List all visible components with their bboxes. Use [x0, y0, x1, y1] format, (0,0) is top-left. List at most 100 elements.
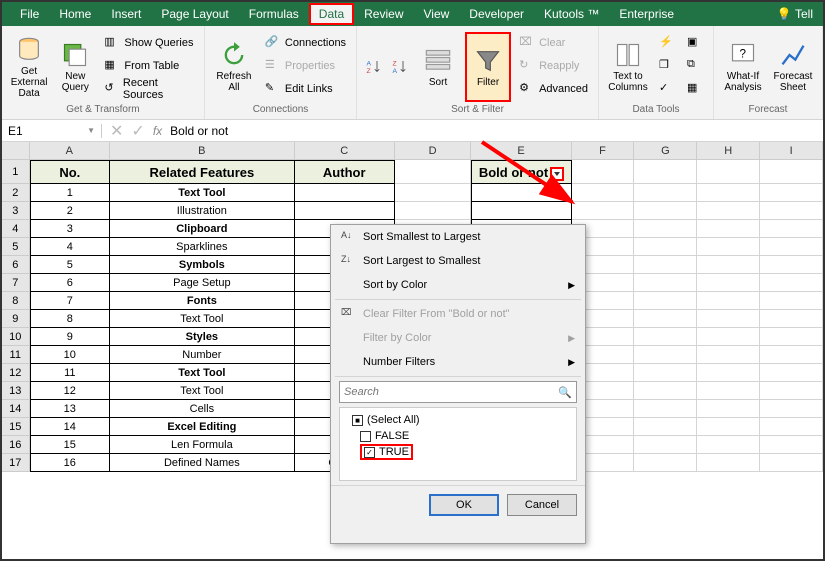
- cell[interactable]: [760, 202, 823, 220]
- row-17-head[interactable]: 17: [2, 454, 30, 472]
- filter-search-box[interactable]: 🔍: [339, 381, 577, 403]
- filter-dropdown-icon[interactable]: [550, 167, 564, 181]
- cell[interactable]: [697, 202, 760, 220]
- header-no[interactable]: No.: [30, 160, 111, 184]
- check-icon[interactable]: ✓: [131, 121, 144, 141]
- fx-icon[interactable]: fx: [153, 124, 162, 138]
- tab-view[interactable]: View: [414, 3, 460, 25]
- row-14-head[interactable]: 14: [2, 400, 30, 418]
- cell-no[interactable]: 5: [30, 256, 111, 274]
- cell[interactable]: [760, 436, 823, 454]
- cell[interactable]: [760, 256, 823, 274]
- row-1-head[interactable]: 1: [2, 160, 30, 184]
- row-7-head[interactable]: 7: [2, 274, 30, 292]
- row-6-head[interactable]: 6: [2, 256, 30, 274]
- cell-feature[interactable]: Defined Names: [110, 454, 295, 472]
- cell-feature[interactable]: Fonts: [110, 292, 295, 310]
- name-box[interactable]: E1 ▼: [2, 124, 102, 138]
- edit-links-button[interactable]: ✎Edit Links: [261, 78, 350, 100]
- relationships-button[interactable]: ⧉: [683, 55, 707, 77]
- col-E[interactable]: E: [471, 142, 571, 160]
- cell-bold[interactable]: [471, 202, 571, 220]
- col-G[interactable]: G: [634, 142, 697, 160]
- cell[interactable]: [760, 400, 823, 418]
- cell[interactable]: [760, 160, 823, 184]
- cell[interactable]: [572, 184, 635, 202]
- cell[interactable]: [634, 160, 697, 184]
- col-I[interactable]: I: [760, 142, 823, 160]
- number-filters-item[interactable]: Number Filters▶: [331, 350, 585, 374]
- row-2-head[interactable]: 2: [2, 184, 30, 202]
- cell[interactable]: [634, 184, 697, 202]
- cell[interactable]: [697, 454, 760, 472]
- tab-enterprise[interactable]: Enterprise: [609, 3, 684, 25]
- tab-kutools[interactable]: Kutools ™: [534, 3, 609, 25]
- cell[interactable]: [760, 328, 823, 346]
- cell[interactable]: [760, 220, 823, 238]
- tab-tell-me[interactable]: 💡 Tell: [767, 3, 823, 25]
- cell-feature[interactable]: Cells: [110, 400, 295, 418]
- cell[interactable]: [634, 238, 697, 256]
- cell[interactable]: [697, 184, 760, 202]
- row-4-head[interactable]: 4: [2, 220, 30, 238]
- cell[interactable]: [634, 256, 697, 274]
- cell[interactable]: [697, 220, 760, 238]
- cell-d1[interactable]: [395, 160, 472, 184]
- cell[interactable]: [395, 202, 472, 220]
- cell[interactable]: [634, 274, 697, 292]
- cell-no[interactable]: 7: [30, 292, 111, 310]
- row-15-head[interactable]: 15: [2, 418, 30, 436]
- cell-feature[interactable]: Excel Editing: [110, 418, 295, 436]
- row-11-head[interactable]: 11: [2, 346, 30, 364]
- reapply-button[interactable]: ↻Reapply: [515, 55, 592, 77]
- cell[interactable]: [697, 160, 760, 184]
- cell[interactable]: [697, 346, 760, 364]
- false-node[interactable]: FALSE: [360, 428, 564, 444]
- cell-no[interactable]: 11: [30, 364, 111, 382]
- cell-no[interactable]: 9: [30, 328, 111, 346]
- cell-feature[interactable]: Text Tool: [110, 382, 295, 400]
- filter-button[interactable]: Filter: [465, 32, 511, 102]
- cell-no[interactable]: 14: [30, 418, 111, 436]
- cell[interactable]: [572, 202, 635, 220]
- cell[interactable]: [760, 382, 823, 400]
- forecast-sheet-button[interactable]: Forecast Sheet: [770, 32, 816, 102]
- cell[interactable]: [634, 436, 697, 454]
- cell[interactable]: [634, 202, 697, 220]
- col-C[interactable]: C: [295, 142, 395, 160]
- cell[interactable]: [697, 310, 760, 328]
- col-F[interactable]: F: [572, 142, 635, 160]
- cell-feature[interactable]: Number: [110, 346, 295, 364]
- cell[interactable]: [634, 382, 697, 400]
- tab-insert[interactable]: Insert: [101, 3, 151, 25]
- row-3-head[interactable]: 3: [2, 202, 30, 220]
- cell-no[interactable]: 2: [30, 202, 111, 220]
- cell-no[interactable]: 10: [30, 346, 111, 364]
- tab-formulas[interactable]: Formulas: [239, 3, 309, 25]
- new-query-button[interactable]: New Query: [54, 32, 96, 102]
- row-9-head[interactable]: 9: [2, 310, 30, 328]
- true-node[interactable]: ✓TRUE: [360, 444, 413, 460]
- cell-feature[interactable]: Illustration: [110, 202, 295, 220]
- cell-feature[interactable]: Clipboard: [110, 220, 295, 238]
- tab-review[interactable]: Review: [354, 3, 413, 25]
- cell-author[interactable]: [295, 184, 395, 202]
- cell[interactable]: [572, 160, 635, 184]
- row-10-head[interactable]: 10: [2, 328, 30, 346]
- row-16-head[interactable]: 16: [2, 436, 30, 454]
- cell[interactable]: [697, 382, 760, 400]
- manage-button[interactable]: ▦: [683, 78, 707, 100]
- cell[interactable]: [634, 400, 697, 418]
- get-external-data-button[interactable]: Get External Data: [8, 32, 50, 102]
- select-all-node[interactable]: ■(Select All): [352, 412, 564, 428]
- remove-dup-button[interactable]: ❐: [655, 55, 679, 77]
- cell-bold[interactable]: [471, 184, 571, 202]
- cell[interactable]: [697, 256, 760, 274]
- show-queries-button[interactable]: ▥Show Queries: [100, 32, 198, 54]
- recent-sources-button[interactable]: ↺Recent Sources: [100, 78, 198, 100]
- cancel-icon[interactable]: ✕: [110, 121, 123, 141]
- cell[interactable]: [760, 364, 823, 382]
- text-to-columns-button[interactable]: Text to Columns: [605, 32, 651, 102]
- from-table-button[interactable]: ▦From Table: [100, 55, 198, 77]
- cell[interactable]: [760, 310, 823, 328]
